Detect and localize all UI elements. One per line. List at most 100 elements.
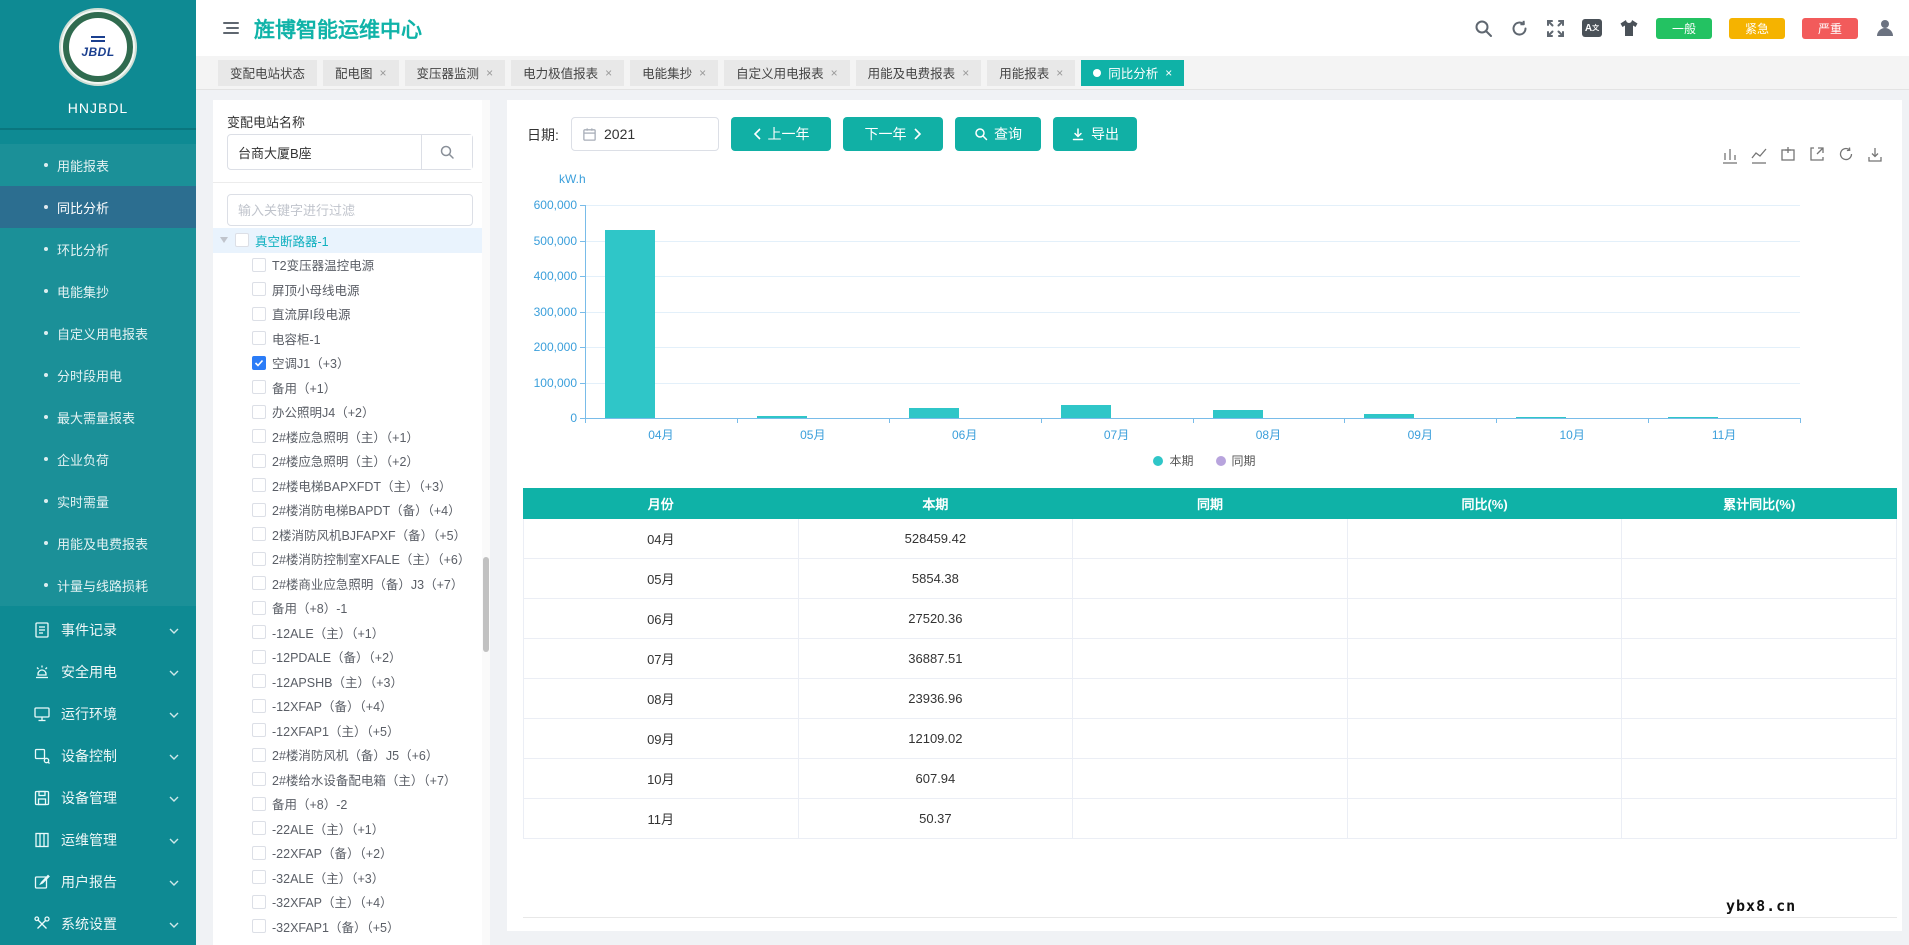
tree-checkbox[interactable]: [252, 503, 266, 517]
tab-close-icon[interactable]: ×: [699, 66, 706, 80]
tree-checkbox[interactable]: [252, 258, 266, 272]
bar-本期-09月[interactable]: [1364, 414, 1414, 418]
tree-checkbox[interactable]: [252, 331, 266, 345]
refresh-icon[interactable]: [1510, 19, 1529, 38]
tree-checkbox[interactable]: [252, 919, 266, 933]
tree-checkbox[interactable]: [252, 870, 266, 884]
sidebar-item-企业负荷[interactable]: 企业负荷: [0, 438, 196, 480]
bar-本期-07月[interactable]: [1061, 405, 1111, 418]
sidebar-group-系统设置[interactable]: 系统设置: [0, 903, 196, 945]
tab-close-icon[interactable]: ×: [1165, 66, 1172, 80]
tab-变压器监测[interactable]: 变压器监测×: [405, 60, 506, 86]
tree-node[interactable]: 备用（+8）-1: [213, 596, 483, 621]
sidebar-item-最大需量报表[interactable]: 最大需量报表: [0, 396, 196, 438]
tree-checkbox[interactable]: [252, 797, 266, 811]
station-search-button[interactable]: [421, 135, 472, 169]
sidebar-item-用能及电费报表[interactable]: 用能及电费报表: [0, 522, 196, 564]
tree-node[interactable]: 2#楼消防控制室XFALE（主）（+6）: [213, 547, 483, 572]
theme-icon[interactable]: [1619, 19, 1639, 37]
tree-node[interactable]: 2#楼应急照明（主）（+1）: [213, 424, 483, 449]
tree-checkbox[interactable]: [252, 821, 266, 835]
sidebar-group-运行环境[interactable]: 运行环境: [0, 693, 196, 735]
tree-node[interactable]: -12APSHB（主）（+3）: [213, 669, 483, 694]
bar-本期-04月[interactable]: [605, 230, 655, 418]
tab-用能及电费报表[interactable]: 用能及电费报表×: [856, 60, 982, 86]
sidebar-item-计量与线路损耗[interactable]: 计量与线路损耗: [0, 564, 196, 606]
bar-switch-icon[interactable]: [1721, 146, 1741, 166]
export-button[interactable]: 导出: [1053, 117, 1137, 151]
tree-node[interactable]: -32XFAP1（备）（+5）: [213, 914, 483, 939]
tree-node[interactable]: 屏顶小母线电源: [213, 277, 483, 302]
line-switch-icon[interactable]: [1750, 146, 1770, 166]
tree-checkbox[interactable]: [252, 478, 266, 492]
tree-checkbox[interactable]: [252, 405, 266, 419]
tab-变配电站状态[interactable]: 变配电站状态: [218, 60, 317, 86]
tree-checkbox[interactable]: [252, 846, 266, 860]
tree-node[interactable]: -12ALE（主）（+1）: [213, 620, 483, 645]
sidebar-item-分时段用电[interactable]: 分时段用电: [0, 354, 196, 396]
tree-node[interactable]: 真空断路器-1: [213, 228, 483, 253]
search-icon[interactable]: [1474, 19, 1493, 38]
sidebar-item-同比分析[interactable]: 同比分析: [0, 186, 196, 228]
zoom-reset-icon[interactable]: [1808, 146, 1828, 166]
tree-scrollbar-thumb[interactable]: [483, 557, 489, 652]
tree-checkbox[interactable]: [252, 674, 266, 688]
sidebar-group-设备控制[interactable]: 设备控制: [0, 735, 196, 777]
user-icon[interactable]: [1875, 18, 1895, 38]
tree-checkbox[interactable]: [252, 650, 266, 664]
tree-checkbox[interactable]: [252, 282, 266, 296]
date-input[interactable]: 2021: [571, 117, 719, 151]
bar-本期-10月[interactable]: [1516, 417, 1566, 418]
tree-node[interactable]: -32ALE（主）（+3）: [213, 865, 483, 890]
tree-node[interactable]: 2#楼商业应急照明（备）J3（+7）: [213, 571, 483, 596]
tab-close-icon[interactable]: ×: [486, 66, 493, 80]
sidebar-group-事件记录[interactable]: 事件记录: [0, 609, 196, 651]
tree-scrollbar[interactable]: [482, 100, 490, 945]
tree-filter-input[interactable]: [227, 194, 473, 226]
expand-caret-icon[interactable]: [220, 237, 228, 243]
tree-node[interactable]: 办公照明J4（+2）: [213, 400, 483, 425]
tree-checkbox[interactable]: [252, 552, 266, 566]
tree-checkbox[interactable]: [252, 429, 266, 443]
tree-node[interactable]: -12XFAP（备）（+4）: [213, 694, 483, 719]
download-icon[interactable]: [1866, 146, 1886, 166]
tab-close-icon[interactable]: ×: [605, 66, 612, 80]
tree-checkbox[interactable]: [252, 576, 266, 590]
tree-checkbox[interactable]: [235, 233, 249, 247]
alarm-badge-normal[interactable]: 一般: [1656, 18, 1712, 39]
sidebar-item-用能报表[interactable]: 用能报表: [0, 144, 196, 186]
tree-node[interactable]: 备用（+1）: [213, 375, 483, 400]
restore-icon[interactable]: [1837, 146, 1857, 166]
next-year-button[interactable]: 下一年: [843, 117, 943, 151]
tree-checkbox[interactable]: [252, 380, 266, 394]
tree-node[interactable]: 2#楼电梯BAPXFDT（主）（+3）: [213, 473, 483, 498]
tab-同比分析[interactable]: 同比分析×: [1081, 60, 1184, 86]
bar-本期-05月[interactable]: [757, 416, 807, 418]
tree-checkbox[interactable]: [252, 699, 266, 713]
tree-node[interactable]: -32XFAP（主）（+4）: [213, 890, 483, 915]
tree-checkbox[interactable]: [252, 307, 266, 321]
sidebar-group-运维管理[interactable]: 运维管理: [0, 819, 196, 861]
station-search-input[interactable]: [228, 135, 421, 169]
sidebar-item-环比分析[interactable]: 环比分析: [0, 228, 196, 270]
bar-本期-08月[interactable]: [1213, 410, 1263, 418]
query-button[interactable]: 查询: [955, 117, 1041, 151]
bar-本期-06月[interactable]: [909, 408, 959, 418]
data-zoom-icon[interactable]: [1779, 146, 1799, 166]
sidebar-group-用户报告[interactable]: 用户报告: [0, 861, 196, 903]
tab-电能集抄[interactable]: 电能集抄×: [630, 60, 718, 86]
tree-node[interactable]: -12PDALE（备）（+2）: [213, 645, 483, 670]
tree-checkbox[interactable]: [252, 601, 266, 615]
legend-item-同期[interactable]: 同期: [1216, 452, 1256, 469]
tab-close-icon[interactable]: ×: [962, 66, 969, 80]
tab-电力极值报表[interactable]: 电力极值报表×: [511, 60, 624, 86]
tree-node[interactable]: 直流屏I段电源: [213, 302, 483, 327]
tree-node[interactable]: -12XFAP1（主）（+5）: [213, 718, 483, 743]
tab-用能报表[interactable]: 用能报表×: [987, 60, 1075, 86]
tree-checkbox[interactable]: [252, 356, 266, 370]
tree-checkbox[interactable]: [252, 527, 266, 541]
tab-自定义用电报表[interactable]: 自定义用电报表×: [724, 60, 850, 86]
tree-node[interactable]: -22XFAP（备）（+2）: [213, 841, 483, 866]
tree-node[interactable]: 2#楼消防电梯BAPDT（备）（+4）: [213, 498, 483, 523]
tree-node[interactable]: T2变压器温控电源: [213, 253, 483, 278]
